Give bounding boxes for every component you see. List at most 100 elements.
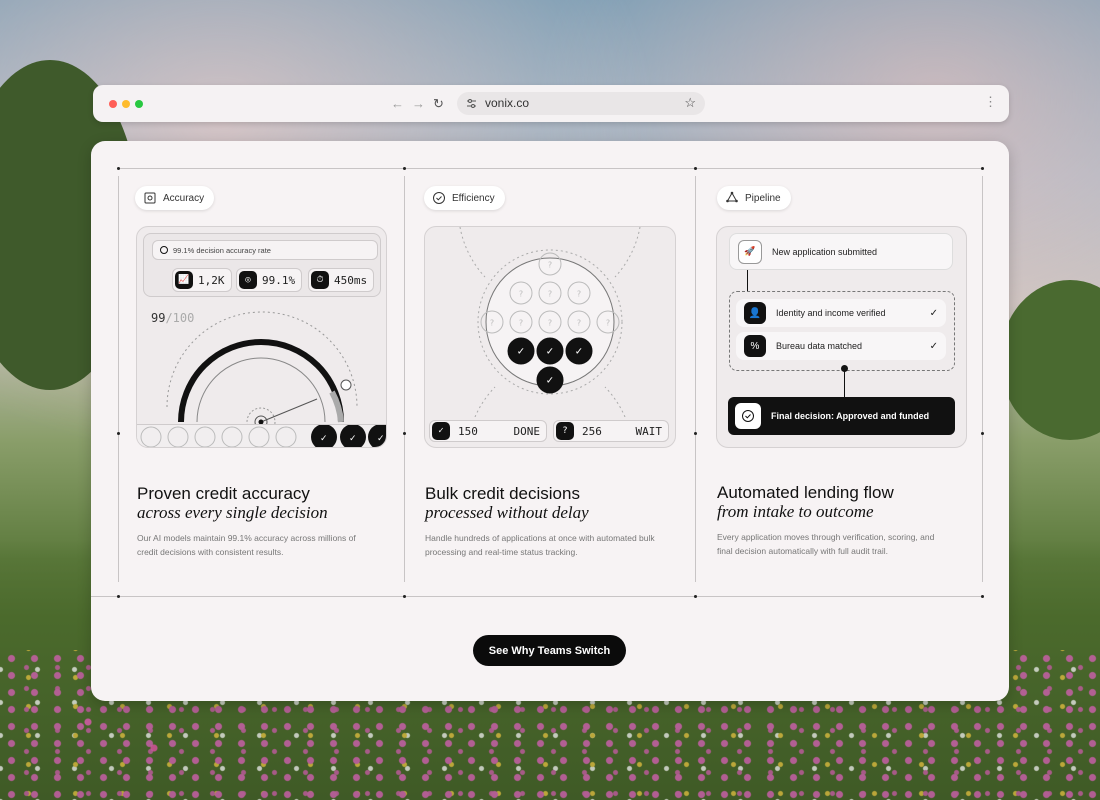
accuracy-title: Proven credit accuracy <box>137 484 310 503</box>
guide-dot <box>694 432 697 435</box>
cell-question-icon: ? <box>519 290 523 299</box>
step-label: Identity and income verified <box>776 308 886 318</box>
rocket-icon: 🚀 <box>738 239 762 264</box>
accuracy-heading: Proven credit accuracy across every sing… <box>137 484 328 522</box>
cell-question-icon: ? <box>606 319 610 328</box>
check-circle-icon <box>433 192 445 204</box>
cell-question-icon: ? <box>548 261 552 270</box>
cell-check-icon: ✓ <box>546 347 554 358</box>
guide-dot <box>694 167 697 170</box>
guide-dot <box>117 595 120 598</box>
step-label: Bureau data matched <box>776 341 863 351</box>
see-why-teams-switch-button[interactable]: See Why Teams Switch <box>473 635 626 666</box>
wait-label: WAIT <box>635 424 663 438</box>
guide-line <box>404 176 405 582</box>
cell-question-icon: ? <box>577 319 581 328</box>
cell-question-icon: ? <box>577 290 581 299</box>
guide-line <box>695 176 696 582</box>
connector-node <box>841 365 848 372</box>
cell-question-icon: ? <box>519 319 523 328</box>
guide-line-bottom <box>91 596 981 597</box>
minimize-dot[interactable] <box>122 100 130 108</box>
close-dot[interactable] <box>109 100 117 108</box>
svg-text:✓: ✓ <box>320 434 328 444</box>
accuracy-subtitle: across every single decision <box>137 503 328 522</box>
url-text: vonix.co <box>485 96 530 110</box>
cell-question-icon: ? <box>490 319 494 328</box>
wait-status-chip: ? 256 WAIT <box>553 420 669 442</box>
guide-line <box>982 176 983 582</box>
guide-dot <box>981 432 984 435</box>
connector-line <box>844 369 845 397</box>
scan-icon <box>144 192 156 204</box>
efficiency-title: Bulk credit decisions <box>425 484 580 503</box>
svg-text:✓: ✓ <box>377 434 385 444</box>
connector-line <box>747 270 748 291</box>
guide-dot <box>981 595 984 598</box>
done-status-chip: ✓ 150 DONE <box>429 420 547 442</box>
pipeline-tag: Pipeline <box>717 186 791 210</box>
cell-question-icon: ? <box>548 290 552 299</box>
cell-question-icon: ? <box>548 319 552 328</box>
check-icon: ✓ <box>432 422 450 440</box>
address-bar[interactable]: vonix.co ☆ <box>457 92 705 115</box>
accuracy-card: 99.1% decision accuracy rate 📈 1,2K ◎ 99… <box>136 226 387 448</box>
features-panel: Accuracy 99.1% decision accuracy rate 📈 … <box>91 141 1009 701</box>
efficiency-tag-label: Efficiency <box>452 192 495 204</box>
guide-dot <box>694 595 697 598</box>
guide-line <box>118 176 119 582</box>
guide-dot <box>403 595 406 598</box>
pipeline-step-bureau: % Bureau data matched ✓ <box>736 332 946 360</box>
question-icon: ? <box>556 422 574 440</box>
efficiency-card: ????????? ✓ ✓ ✓ ✓ ✓ 150 DONE ? 256 WAIT <box>424 226 676 448</box>
accuracy-queue-row: ✓ ✓ ✓ <box>137 424 386 447</box>
cell-check-icon: ✓ <box>517 347 525 358</box>
step-label: New application submitted <box>772 246 878 257</box>
browser-toolbar: ← → ↻ vonix.co ☆ ⋮ <box>93 85 1009 122</box>
guide-dot <box>403 167 406 170</box>
accuracy-tag-label: Accuracy <box>163 192 205 204</box>
reload-icon[interactable]: ↻ <box>433 96 444 112</box>
efficiency-description: Handle hundreds of applications at once … <box>425 533 655 557</box>
checkmark-icon: ✓ <box>929 307 938 319</box>
efficiency-subtitle: processed without delay <box>425 503 589 522</box>
pipeline-tag-label: Pipeline <box>745 192 781 204</box>
browser-menu-icon[interactable]: ⋮ <box>984 94 997 110</box>
bookmark-star-icon[interactable]: ☆ <box>684 95 696 111</box>
accuracy-tag: Accuracy <box>135 186 215 210</box>
percent-icon: % <box>744 335 766 357</box>
guide-dot <box>981 167 984 170</box>
guide-dot <box>403 432 406 435</box>
verification-group: 👤 Identity and income verified ✓ % Burea… <box>729 291 955 371</box>
approved-check-icon <box>735 403 761 429</box>
pipeline-title: Automated lending flow <box>717 483 894 502</box>
checkmark-icon: ✓ <box>929 340 938 352</box>
cell-check-icon: ✓ <box>546 376 554 387</box>
pipeline-step-identity: 👤 Identity and income verified ✓ <box>736 299 946 327</box>
cycle-icon <box>726 191 738 203</box>
maximize-dot[interactable] <box>135 100 143 108</box>
done-label: DONE <box>513 424 541 438</box>
final-decision-label: Final decision: Approved and funded <box>771 411 930 421</box>
forward-arrow-icon[interactable]: → <box>412 96 425 111</box>
pipeline-heading: Automated lending flow from intake to ou… <box>717 483 894 521</box>
done-count: 150 <box>458 424 478 438</box>
tree-right <box>1000 280 1100 440</box>
efficiency-tag: Efficiency <box>424 186 505 210</box>
pipeline-description: Every application moves through verifica… <box>717 532 935 556</box>
guide-line-top <box>119 168 983 169</box>
guide-dot <box>117 167 120 170</box>
pipeline-card: 🚀 New application submitted 👤 Identity a… <box>716 226 967 448</box>
efficiency-heading: Bulk credit decisions processed without … <box>425 484 589 522</box>
accuracy-gauge <box>166 311 358 437</box>
site-settings-icon[interactable] <box>466 98 477 109</box>
accuracy-description: Our AI models maintain 99.1% accuracy ac… <box>137 533 356 557</box>
pipeline-subtitle: from intake to outcome <box>717 502 874 521</box>
guide-dot <box>117 432 120 435</box>
svg-text:✓: ✓ <box>349 434 357 444</box>
batch-grid: ???????? ? ✓ ✓ ✓ ✓ <box>459 227 641 417</box>
pipeline-step-submitted: 🚀 New application submitted <box>729 233 953 270</box>
user-icon: 👤 <box>744 302 766 324</box>
back-arrow-icon[interactable]: ← <box>391 96 404 111</box>
cell-check-icon: ✓ <box>575 347 583 358</box>
